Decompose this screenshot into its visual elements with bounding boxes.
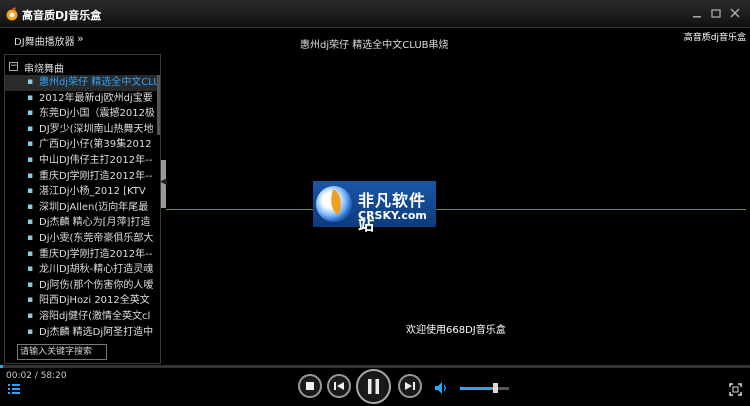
track-bullet-icon: ▪ xyxy=(27,217,34,228)
track-bullet-icon: ▪ xyxy=(27,310,34,321)
volume-icon[interactable] xyxy=(434,381,448,395)
playlist-track[interactable]: ▪ 龙川DJ胡秋-精心打造灵魂 xyxy=(5,262,160,278)
next-icon xyxy=(405,382,415,390)
previous-button[interactable] xyxy=(327,374,351,398)
search-input[interactable] xyxy=(17,344,107,360)
playlist-track[interactable]: ▪ 中山DJ伟仔主打2012年-- xyxy=(5,153,160,169)
app-logo-icon xyxy=(6,7,18,21)
seek-bar[interactable] xyxy=(0,365,750,368)
track-name: Dj杰麟 精选Dj阿圣打造中 xyxy=(39,326,154,338)
track-bullet-icon: ▪ xyxy=(27,326,34,337)
seek-bar-fill xyxy=(0,365,3,368)
track-name: 龙川DJ胡秋-精心打造灵魂 xyxy=(39,264,154,276)
playlist-track[interactable]: ▪ 东莞Dj小国（震撼2012极 xyxy=(5,106,160,122)
track-bullet-icon: ▪ xyxy=(27,248,34,259)
pause-button[interactable] xyxy=(356,369,391,404)
window-title: 高音质DJ音乐盒 xyxy=(22,9,102,22)
playlist-track[interactable]: ▪ 溶阳dj健仔(激情全英文cl xyxy=(5,309,160,325)
pause-icon xyxy=(368,379,379,394)
track-name: 惠州dj荣仔 精选全中文CLUB xyxy=(39,77,160,88)
track-list: ▪ 惠州dj荣仔 精选全中文CLUB ▪ 2012年最新dj欧州dj宝要 ▪ 东莞Dj小国… xyxy=(5,75,160,340)
track-name: Dj小雯(东莞帝豪俱乐部大 xyxy=(39,232,154,244)
track-bullet-icon: ▪ xyxy=(27,77,34,87)
track-bullet-icon: ▪ xyxy=(27,232,34,243)
track-bullet-icon: ▪ xyxy=(27,186,34,197)
playlist-track[interactable]: ▪ Dj小雯(东莞帝豪俱乐部大 xyxy=(5,231,160,247)
playlist-scrollbar[interactable] xyxy=(157,75,160,135)
now-playing-title: 惠州dj荣仔 精选全中文CLUB串烧 xyxy=(300,40,449,51)
track-bullet-icon: ▪ xyxy=(27,170,34,181)
playlist-track[interactable]: ▪ Dj阿伤(那个伤害你的人嗳 xyxy=(5,278,160,294)
track-bullet-icon: ▪ xyxy=(27,108,34,119)
track-name: 东莞Dj小国（震撼2012极 xyxy=(39,108,155,120)
playlist-track[interactable]: ▪ 2012年最新dj欧州dj宝要 xyxy=(5,91,160,107)
track-bullet-icon: ▪ xyxy=(27,201,34,212)
track-name: Dj杰麟 精心为[月萍]打造 xyxy=(39,217,151,229)
playlist-panel: − 串烧舞曲 ▪ 惠州dj荣仔 精选全中文CLUB ▪ 2012年最新dj欧州dj宝要… xyxy=(4,54,161,364)
track-name: 湛江Dj小杨_2012 [KTV xyxy=(39,186,146,198)
collapse-icon[interactable]: − xyxy=(9,62,18,71)
time-readout: 00:02 / 58:20 xyxy=(6,371,67,381)
playlist-track[interactable]: ▪ 湛江Dj小杨_2012 [KTV xyxy=(5,184,160,200)
track-name: 阳西DjHozi 2012全英文 xyxy=(39,295,150,307)
track-name: 中山DJ伟仔主打2012年-- xyxy=(39,154,153,166)
list-icon[interactable] xyxy=(8,384,20,394)
playlist-track[interactable]: ▪ 惠州dj荣仔 精选全中文CLUB xyxy=(5,75,160,91)
track-name: DJ罗少(深圳南山热舞天地 xyxy=(39,123,154,135)
fullscreen-icon[interactable] xyxy=(729,383,742,396)
playlist-group-label: 串烧舞曲 xyxy=(24,64,64,75)
playlist-track[interactable]: ▪ 广西Dj小仔(第39集2012 xyxy=(5,137,160,153)
track-name: 溶阳dj健仔(激情全英文cl xyxy=(39,310,151,322)
track-bullet-icon: ▪ xyxy=(27,139,34,150)
chevron-left-icon[interactable]: ◀ xyxy=(160,177,167,187)
playlist-toggle-label[interactable]: DJ舞曲播放器 xyxy=(14,33,75,48)
title-bar: 高音质DJ音乐盒 xyxy=(0,0,750,28)
playlist-track[interactable]: ▪ 重庆DJ学刚打造2012年-- xyxy=(5,247,160,263)
track-name: 重庆DJ学刚打造2012年-- xyxy=(39,248,153,260)
next-button[interactable] xyxy=(398,374,422,398)
audio-visualizer xyxy=(166,209,746,210)
track-bullet-icon: ▪ xyxy=(27,154,34,165)
track-name: Dj阿伤(那个伤害你的人嗳 xyxy=(39,279,154,291)
playlist-track[interactable]: ▪ Dj杰麟 精选Dj阿圣打造中 xyxy=(5,325,160,341)
welcome-message: 欢迎使用668DJ音乐盒 xyxy=(406,325,506,336)
brand-label: 高音质dj音乐盒 xyxy=(683,33,746,43)
volume-slider-handle[interactable] xyxy=(493,383,499,393)
restore-icon[interactable] xyxy=(709,6,724,21)
minimize-icon[interactable] xyxy=(690,6,705,21)
track-name: 重庆DJ学刚打造2012年-- xyxy=(39,170,153,182)
playlist-track[interactable]: ▪ 深圳DjAllen(迈向年尾最 xyxy=(5,200,160,216)
track-bullet-icon: ▪ xyxy=(27,264,34,275)
watermark-url: CRSKY.com xyxy=(358,209,427,222)
watermark-logo: 非凡软件站 CRSKY.com xyxy=(313,181,436,234)
stop-button[interactable] xyxy=(298,374,322,398)
playlist-track[interactable]: ▪ 重庆DJ学刚打造2012年-- xyxy=(5,169,160,185)
playlist-track[interactable]: ▪ Dj杰麟 精心为[月萍]打造 xyxy=(5,215,160,231)
track-bullet-icon: ▪ xyxy=(27,123,34,134)
chevron-right-icon[interactable]: » xyxy=(77,32,84,45)
track-name: 广西Dj小仔(第39集2012 xyxy=(39,139,152,151)
volume-slider[interactable] xyxy=(460,387,509,390)
playlist-track[interactable]: ▪ 阳西DjHozi 2012全英文 xyxy=(5,293,160,309)
stop-icon xyxy=(306,382,314,390)
track-name: 深圳DjAllen(迈向年尾最 xyxy=(39,201,149,213)
playlist-track[interactable]: ▪ DJ罗少(深圳南山热舞天地 xyxy=(5,122,160,138)
track-bullet-icon: ▪ xyxy=(27,295,34,306)
track-bullet-icon: ▪ xyxy=(27,279,34,290)
close-icon[interactable] xyxy=(728,6,743,21)
track-bullet-icon: ▪ xyxy=(27,92,34,103)
volume-slider-fill xyxy=(460,387,496,390)
previous-icon xyxy=(334,382,344,390)
track-name: 2012年最新dj欧州dj宝要 xyxy=(39,92,153,104)
